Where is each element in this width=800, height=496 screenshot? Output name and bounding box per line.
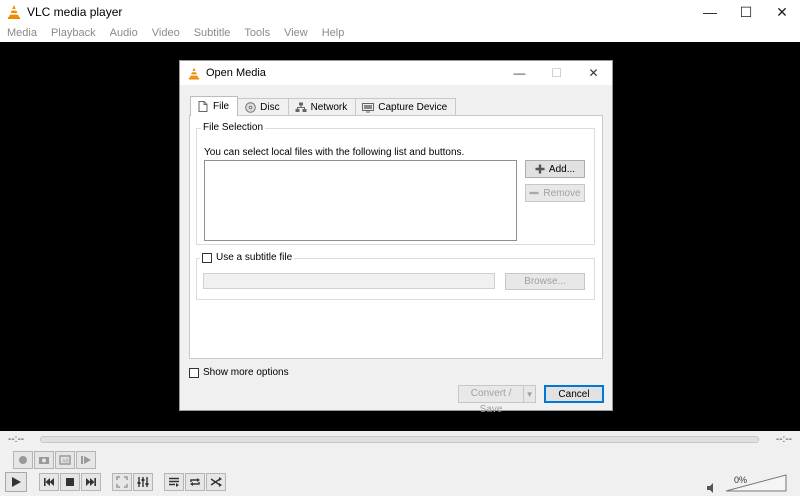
plus-icon [535,164,545,174]
show-more-options-checkbox[interactable] [189,367,199,378]
cancel-label: Cancel [558,388,590,400]
browse-label: Browse... [524,276,566,287]
menu-subtitle[interactable]: Subtitle [187,27,238,39]
svg-text:AB: AB [62,459,69,465]
tab-network-label: Network [310,101,348,113]
disc-icon [244,101,256,113]
chevron-down-icon: ▼ [525,389,534,399]
loop-ab-button[interactable]: AB [55,451,75,469]
extended-settings-button[interactable] [133,473,153,491]
loop-ab-icon: AB [59,455,71,465]
skip-previous-icon [44,478,54,486]
play-icon [12,477,21,487]
frame-by-frame-button[interactable] [76,451,96,469]
stop-icon [66,478,74,486]
tab-capture-device-label: Capture Device [378,101,448,113]
record-button[interactable] [13,451,33,469]
volume-percent: 0% [734,475,748,485]
playlist-button[interactable] [164,473,184,491]
stop-button[interactable] [60,473,80,491]
close-button[interactable]: ✕ [764,0,800,24]
speaker-icon[interactable] [706,483,718,493]
total-time: --:-- [775,434,792,445]
subtitle-path-input [203,273,495,289]
open-media-dialog: Open Media — ☐ ✕ File Disc Network Captu… [179,60,613,415]
subtitle-group: Use a subtitle file Browse... [196,252,595,300]
minus-icon [529,191,539,195]
menu-video[interactable]: Video [145,27,187,39]
window-title: VLC media player [27,5,123,19]
shuffle-icon [210,477,222,487]
subtitle-checkbox-label[interactable]: Use a subtitle file [216,252,292,263]
menu-view[interactable]: View [277,27,315,39]
capture-device-icon [362,102,375,112]
playlist-icon [169,477,179,487]
menu-tools[interactable]: Tools [237,27,277,39]
minimize-button[interactable]: — [692,0,728,24]
browse-subtitle-button: Browse... [505,273,585,290]
network-icon [295,102,307,112]
equalizer-icon [137,477,149,487]
tab-capture-device[interactable]: Capture Device [355,98,457,115]
dialog-maximize-button: ☐ [551,66,562,80]
previous-button[interactable] [39,473,59,491]
control-bar: AB 0% [0,449,800,496]
elapsed-time: --:-- [8,434,25,445]
next-button[interactable] [81,473,101,491]
play-button[interactable] [5,472,27,492]
seek-row: --:-- --:-- [0,431,800,449]
tab-bar: File Disc Network Capture Device [190,96,457,116]
file-selection-description: You can select local files with the foll… [204,147,465,158]
add-file-label: Add... [548,163,576,175]
file-selection-label: File Selection [201,122,266,133]
file-selection-group: File Selection You can select local file… [196,122,595,245]
cancel-button[interactable]: Cancel [544,385,604,403]
dialog-close-button[interactable]: ✕ [575,61,612,85]
tab-network[interactable]: Network [287,98,357,115]
snapshot-button[interactable] [34,451,54,469]
menu-playback[interactable]: Playback [44,27,103,39]
menu-help[interactable]: Help [315,27,352,39]
seek-slider[interactable] [40,436,759,443]
remove-file-button: Remove [525,184,585,202]
dialog-titlebar: Open Media — ☐ ✕ [180,61,612,85]
record-icon [19,456,27,464]
repeat-icon [190,478,200,486]
add-file-button[interactable]: Add... [525,160,585,178]
subtitle-checkbox[interactable] [202,252,212,263]
dialog-minimize-button[interactable]: — [501,61,538,85]
tab-file[interactable]: File [190,96,239,116]
menubar: Media Playback Audio Video Subtitle Tool… [0,24,800,42]
shuffle-button[interactable] [206,473,226,491]
fullscreen-button[interactable] [112,473,132,491]
fullscreen-icon [116,476,128,488]
show-more-options-label[interactable]: Show more options [203,367,289,378]
convert-save-button: Convert / Save ▼ [458,385,536,415]
tab-disc[interactable]: Disc [237,98,289,115]
vlc-cone-icon [8,5,20,19]
menu-media[interactable]: Media [0,27,44,39]
menu-audio[interactable]: Audio [103,27,145,39]
camera-icon [39,457,49,464]
tab-disc-label: Disc [260,101,280,113]
skip-next-icon [86,478,96,486]
tab-file-label: File [213,101,230,112]
frame-step-icon [81,456,91,464]
convert-save-label: Convert / Save [459,386,525,415]
show-more-options[interactable]: Show more options [189,367,289,378]
maximize-button[interactable]: ☐ [728,0,764,24]
dialog-title: Open Media [206,67,266,79]
window-titlebar: VLC media player — ☐ ✕ [0,0,800,24]
file-list[interactable] [204,160,517,241]
vlc-cone-icon [188,67,200,79]
subtitle-checkbox-row: Use a subtitle file [200,252,295,263]
loop-button[interactable] [185,473,205,491]
remove-file-label: Remove [543,187,581,199]
file-tab-panel: File Selection You can select local file… [189,115,603,359]
file-icon [198,101,208,112]
